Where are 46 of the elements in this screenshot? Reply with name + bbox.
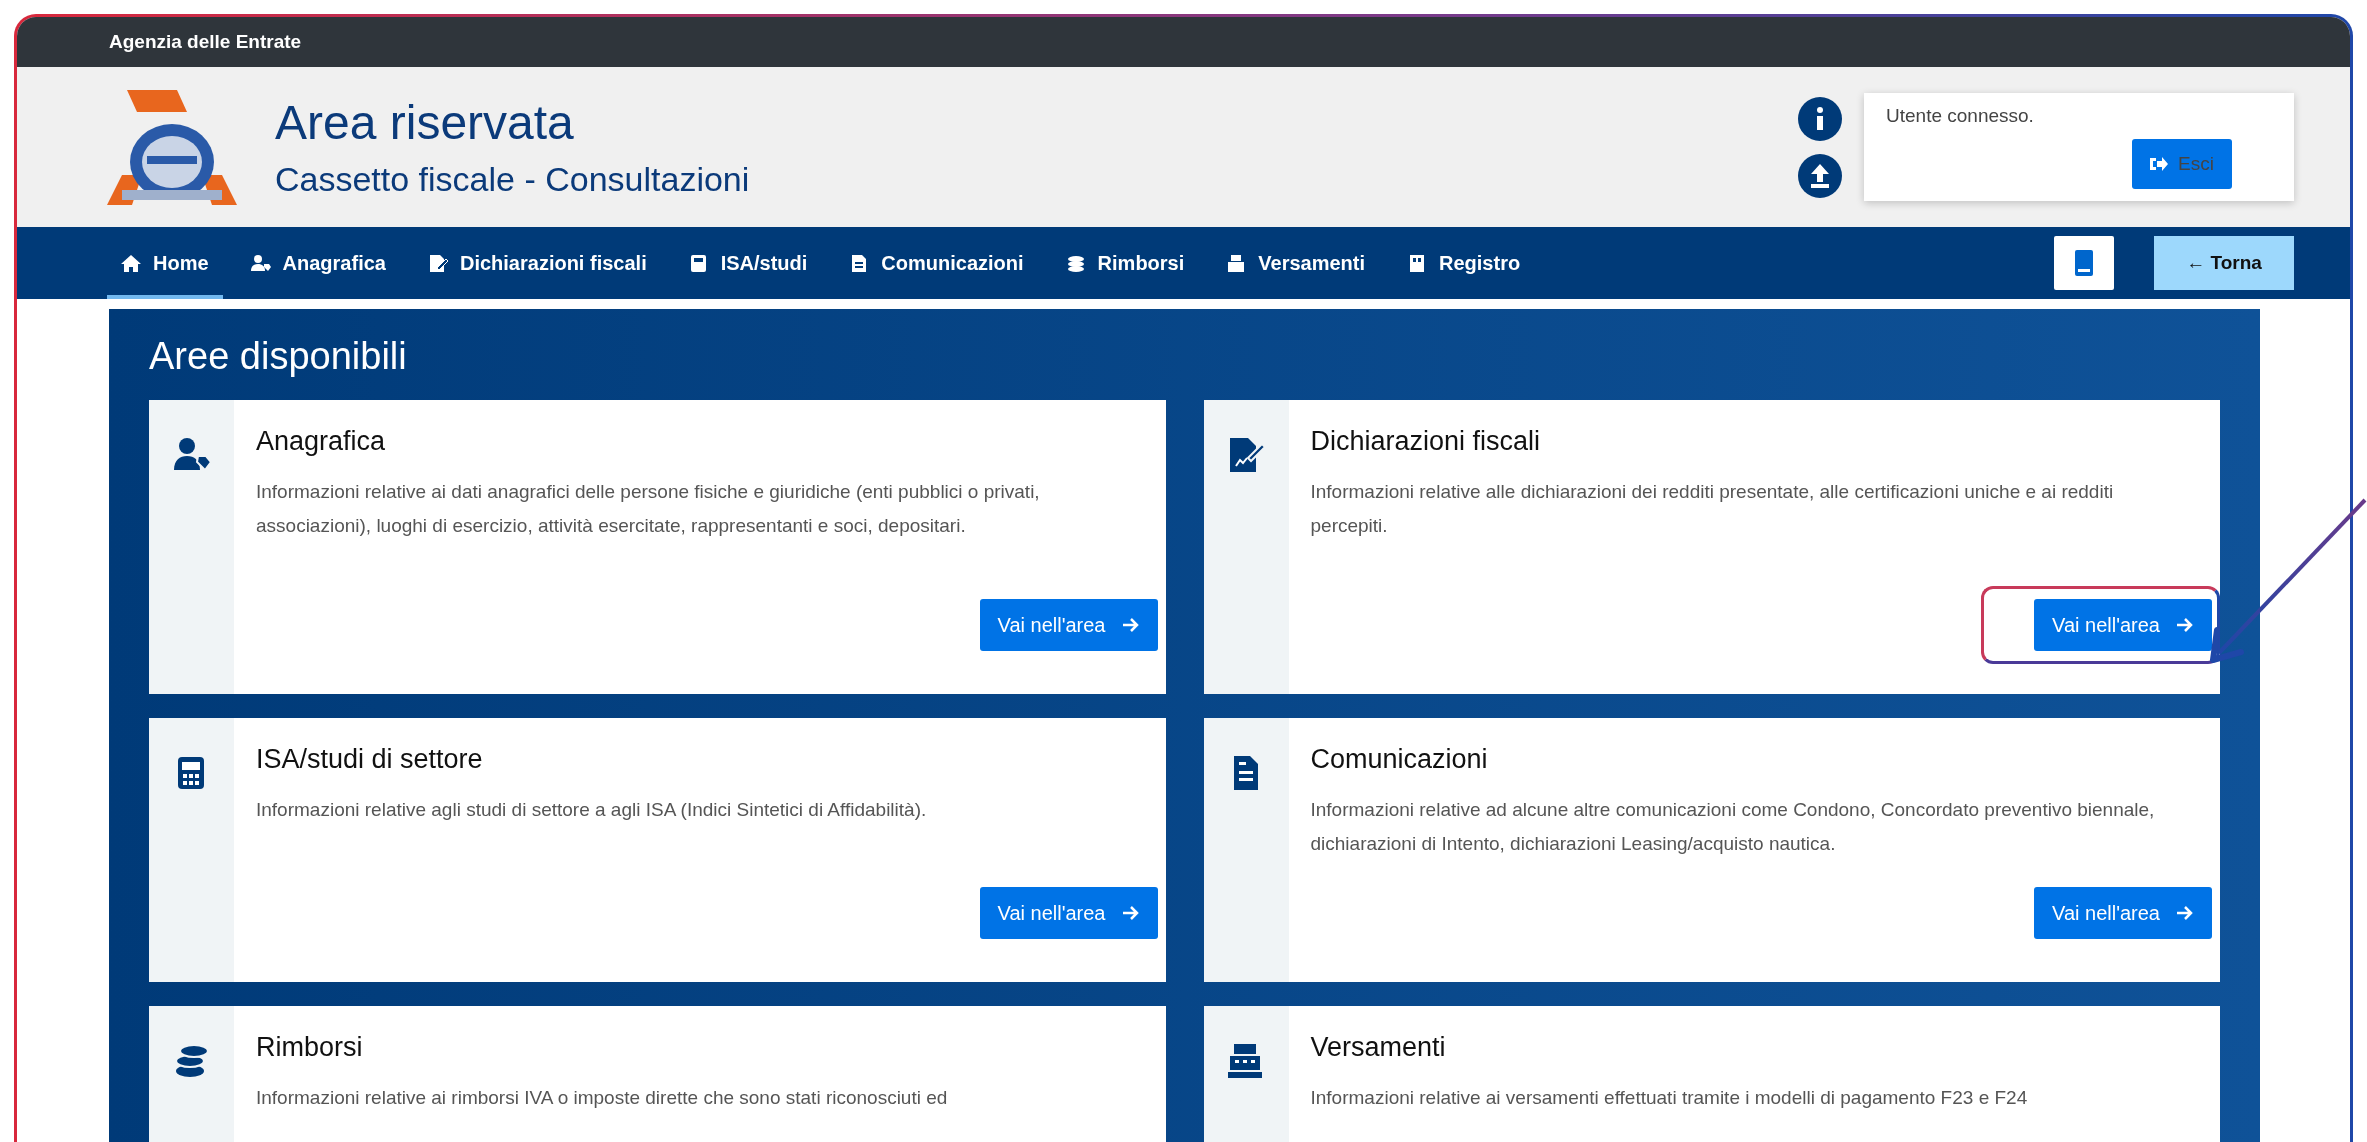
card-description: Informazioni relative ai versamenti effettuati tramite i modelli di pagamento F23 e F24 <box>1310 1086 2029 1110</box>
manual-button[interactable] <box>2054 236 2114 290</box>
nav-tab[interactable]: Dichiarazioni fiscali <box>413 227 661 299</box>
card-description: Informazioni relative ai rimborsi IVA o imposte dirette che sono stati riconosciuti ed <box>256 1086 949 1110</box>
arrow-right-icon <box>1121 905 1140 921</box>
upload-icon[interactable] <box>1798 153 1842 198</box>
logout-icon <box>2150 156 2169 172</box>
go-to-area-button[interactable]: Vai nell'area <box>979 599 1158 651</box>
nav-tab[interactable]: Anagrafica <box>236 227 400 299</box>
nav-tab[interactable]: Home <box>107 227 223 299</box>
card-description: Informazioni relative agli studi di settore a agli ISA (Indici Sintetici di Affidabilità). <box>256 798 928 822</box>
back-button[interactable]: ← Torna <box>2154 236 2294 290</box>
go-to-area-button[interactable]: Vai nell'area <box>2034 599 2212 651</box>
go-to-area-button[interactable]: Vai nell'area <box>2034 887 2212 939</box>
card-title: Rimborsi <box>256 1032 364 1063</box>
agency-name: Agenzia delle Entrate <box>109 31 302 53</box>
go-to-area-button[interactable]: Vai nell'area <box>979 887 1158 939</box>
card-title: Comunicazioni <box>1310 744 1489 775</box>
page-title: Area riservata <box>275 95 575 150</box>
nav-tab[interactable]: ISA/studi <box>674 227 822 299</box>
nav-icon <box>427 253 448 273</box>
arrow-right-icon <box>2176 617 2194 633</box>
nav-icon <box>688 253 709 273</box>
card-title: Versamenti <box>1310 1032 1447 1063</box>
nav-tab[interactable]: Versamenti <box>1212 227 1379 299</box>
section-title: Aree disponibili <box>149 335 408 378</box>
nav-tab[interactable]: Registro <box>1393 227 1535 299</box>
card-title: Anagrafica <box>256 426 387 457</box>
card-description: Informazioni relative ai dati anagrafici delle persone fisiche e giuridiche (enti pubblici o privati, associazioni), luoghi di esercizio, attività esercitate, rappresentanti e soci, depositari. <box>256 480 1041 538</box>
arrow-right-icon <box>2176 905 2194 921</box>
nav-tab[interactable]: Rimborsi <box>1051 227 1199 299</box>
card-title: ISA/studi di settore <box>256 744 484 775</box>
user-label: Utente connesso. <box>1886 105 2034 126</box>
nav-icon <box>1226 253 1247 273</box>
arrow-right-icon <box>1121 617 1140 633</box>
nav-icon <box>1407 253 1427 273</box>
card-description: Informazioni relative alle dichiarazioni dei redditi presentate, alle certificazioni uniche e ai redditi percepiti. <box>1310 480 2115 538</box>
nav-icon <box>121 253 141 273</box>
card-description: Informazioni relative ad alcune altre comunicazioni come Condono, Concordato preventivo biennale, dichiarazioni di Intento, dichiarazioni Leasing/acquisto nautica. <box>1310 798 2156 856</box>
nav-icon <box>250 253 271 273</box>
card-title: Dichiarazioni fiscali <box>1310 426 1542 457</box>
nav-tab[interactable]: Comunicazioni <box>835 227 1038 299</box>
info-icon[interactable] <box>1798 96 1842 141</box>
page-subtitle: Cassetto fiscale - Consultazioni <box>275 160 751 199</box>
book-icon <box>2074 250 2094 276</box>
nav-icon <box>1065 253 1086 273</box>
